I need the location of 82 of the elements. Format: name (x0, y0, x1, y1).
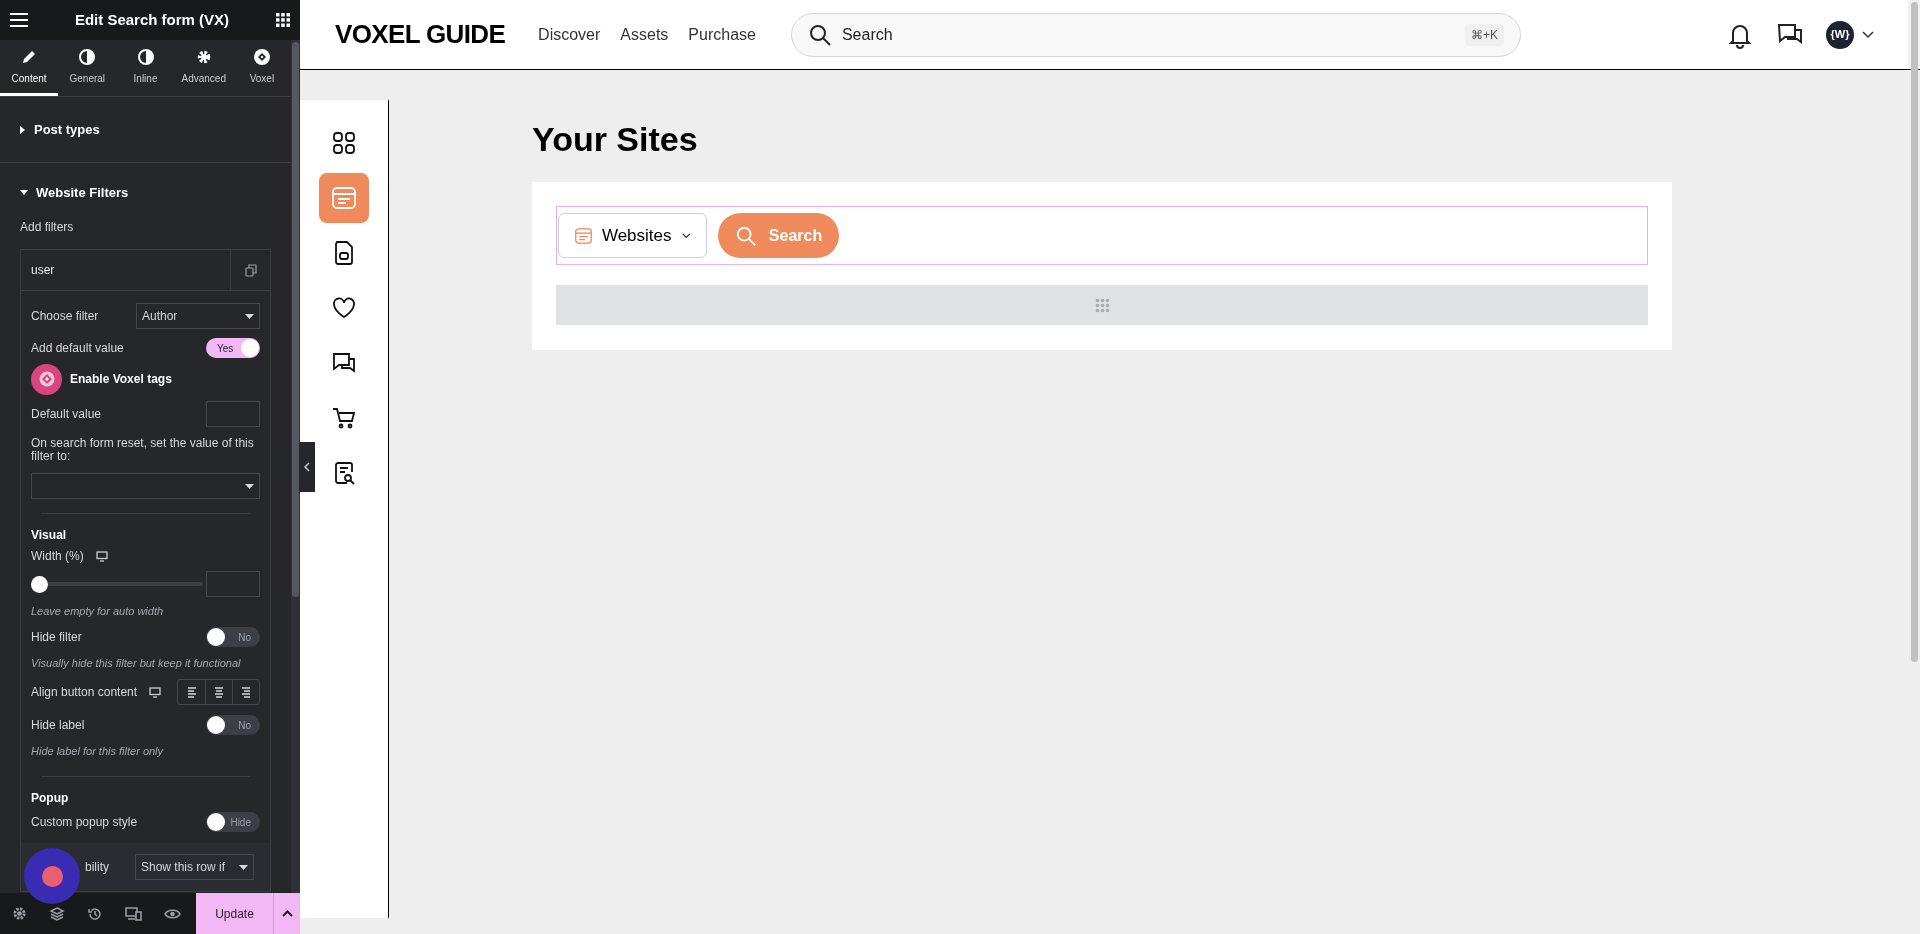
section-header[interactable]: Website Filters (0, 163, 291, 213)
page-heading: Your Sites (532, 119, 699, 160)
toggle-switch[interactable]: Hide (206, 812, 260, 832)
control-label: Width (%) (31, 548, 84, 565)
drag-handle-icon[interactable] (1094, 297, 1110, 313)
help-text: Visually hide this filter but keep it functional (31, 655, 242, 671)
contrast-icon (136, 47, 155, 66)
panel-tab[interactable]: Advanced (174, 40, 233, 96)
user-avatar[interactable]: {W} (1826, 20, 1854, 49)
chevron-left-icon (304, 462, 310, 472)
search-icon (734, 224, 757, 247)
group-heading: Visual (31, 527, 68, 544)
shortcut-label: ⌘+K (1464, 23, 1504, 46)
panel-title: Edit Search form (VX) (73, 9, 231, 30)
history-icon[interactable] (87, 905, 103, 922)
grid-icon (331, 130, 357, 156)
control-label: Hide label (31, 717, 85, 734)
nav-link[interactable]: Discover (538, 22, 601, 47)
control-label: Custom popup style (31, 814, 138, 831)
search-icon (807, 22, 832, 47)
control-label: Default value (31, 406, 102, 423)
caret-down-icon (20, 190, 28, 196)
scrollbar-thumb[interactable] (292, 42, 299, 597)
help-text: Leave empty for auto width (31, 603, 165, 619)
layers-icon[interactable] (49, 905, 65, 922)
control-label: Add default value (31, 340, 124, 357)
contrast-icon (78, 47, 97, 66)
caret-up-icon (281, 910, 293, 917)
panel-tab[interactable]: Inline (116, 40, 175, 96)
control-label: bility (85, 859, 109, 876)
voxel-tags-icon[interactable] (31, 363, 62, 395)
site-logo[interactable]: VOXEL GUIDE (335, 15, 506, 54)
control-label: Add filters (20, 219, 75, 236)
scrollbar-thumb[interactable] (1910, 2, 1918, 662)
caret-down-icon (239, 864, 248, 870)
menu-icon[interactable] (10, 13, 28, 27)
browser-icon (331, 185, 357, 211)
search-bar[interactable]: Search ⌘+K (790, 12, 1521, 57)
toggle-switch[interactable]: No (206, 715, 260, 735)
toggle-switch[interactable]: Yes (206, 338, 260, 358)
panel-tab[interactable]: Content (0, 40, 59, 96)
update-button[interactable]: Update (196, 893, 273, 934)
align-icon (240, 685, 252, 699)
responsive-icon[interactable] (125, 906, 142, 921)
panel-tab[interactable]: General (58, 40, 117, 96)
chevron-down-icon[interactable] (1862, 30, 1874, 39)
apps-grid-icon[interactable] (276, 13, 290, 27)
align-icon (185, 685, 198, 699)
panel-tab[interactable]: Voxel (232, 40, 291, 96)
caret-down-icon (245, 483, 254, 489)
filter-item-title[interactable]: user (21, 250, 230, 290)
control-label: On search form reset, set the value of this filter to: (31, 437, 255, 463)
eye-icon[interactable] (164, 907, 181, 920)
align-icon (213, 685, 225, 699)
nav-link[interactable]: Purchase (688, 22, 756, 47)
slider-track[interactable] (31, 575, 203, 593)
chat-icon (331, 350, 357, 376)
control-label: Hide filter (31, 629, 82, 646)
monitor-icon[interactable] (149, 686, 162, 698)
search-input[interactable]: Search (841, 22, 1465, 47)
slider-thumb[interactable] (31, 575, 48, 593)
width-field[interactable] (206, 571, 260, 597)
collapse-panel-tab[interactable] (299, 442, 315, 492)
filter-select[interactable]: Author (136, 303, 260, 329)
chevron-down-icon (681, 231, 690, 240)
group-heading: Popup (31, 790, 70, 807)
toggle-switch[interactable]: No (206, 627, 260, 647)
settings-icon[interactable] (12, 906, 27, 921)
visibility-select[interactable]: Show this row if (135, 854, 254, 880)
control-label: Choose filter (31, 308, 99, 325)
cart-icon (331, 405, 357, 431)
heart-icon (331, 295, 357, 321)
help-text: Hide label for this filter only (31, 743, 165, 759)
voxel-tags-button[interactable]: Enable Voxel tags (70, 370, 172, 388)
control-label: Align button content (31, 684, 138, 701)
nav-link[interactable]: Assets (620, 22, 669, 47)
monitor-icon[interactable] (95, 550, 108, 562)
caret-right-icon (20, 125, 26, 134)
caret-down-icon (245, 313, 254, 319)
websites-dropdown[interactable]: Websites (558, 213, 707, 258)
default-value-field[interactable] (206, 401, 260, 427)
caret-button[interactable] (273, 893, 300, 934)
